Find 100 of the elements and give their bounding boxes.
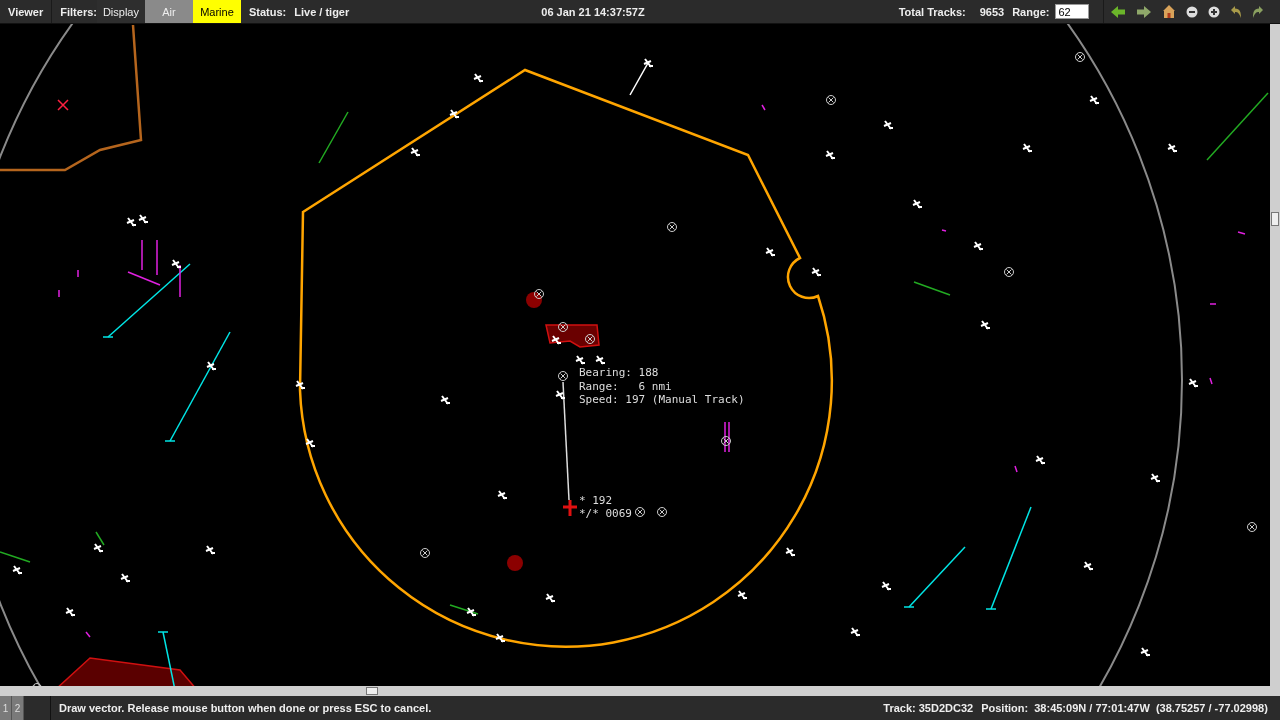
crossed-circle-icon xyxy=(420,548,430,558)
track-mark xyxy=(1014,465,1018,473)
crossed-circle-icon xyxy=(558,322,568,332)
aircraft-icon[interactable] xyxy=(495,633,506,643)
hazard-marker xyxy=(526,292,542,308)
aircraft-icon[interactable] xyxy=(883,120,894,130)
aircraft-icon[interactable] xyxy=(575,355,586,365)
track-mark xyxy=(77,269,79,278)
track-mark xyxy=(761,104,766,111)
track-mark xyxy=(1209,377,1213,385)
aircraft-icon[interactable] xyxy=(1083,561,1094,571)
crossed-circle-icon xyxy=(657,507,667,517)
aircraft-icon[interactable] xyxy=(305,438,316,448)
track-mark xyxy=(1237,231,1246,235)
track-mark xyxy=(724,421,726,453)
crossed-circle-icon xyxy=(721,436,731,446)
track-mark xyxy=(1209,303,1217,305)
track-readout: Speed: 197 (Manual Track) xyxy=(579,393,745,406)
aircraft-icon[interactable] xyxy=(440,395,451,405)
forward-arrow-icon[interactable] xyxy=(1136,4,1153,19)
aircraft-icon[interactable] xyxy=(126,217,137,227)
filter-toggle[interactable]: Marine xyxy=(192,0,241,23)
aircraft-icon[interactable] xyxy=(545,593,556,603)
radar-map[interactable]: Bearing: 188 Range: 6 nmi Speed: 197 (Manual Track) * 192 */* 0069 xyxy=(0,24,1270,686)
crossed-circle-icon xyxy=(826,95,836,105)
undo-icon[interactable] xyxy=(1230,4,1243,19)
viewer-menu[interactable]: Viewer xyxy=(0,0,53,23)
scroll-thumb[interactable] xyxy=(366,687,378,695)
track-readout: Range: 6 nmi xyxy=(579,379,672,393)
back-arrow-icon[interactable] xyxy=(1110,4,1127,19)
aircraft-icon[interactable] xyxy=(205,545,216,555)
aircraft-icon[interactable] xyxy=(973,241,984,251)
track-id: Track: 35D2DC32 xyxy=(883,702,974,714)
track-mark xyxy=(728,421,730,453)
range-label: Range: xyxy=(1012,5,1050,18)
vector-label: */* 0069 xyxy=(579,507,632,520)
crossed-circle-icon xyxy=(585,334,595,344)
aircraft-icon[interactable] xyxy=(12,565,23,575)
aircraft-icon[interactable] xyxy=(595,355,606,365)
track-readout: Bearing: 188 xyxy=(579,366,659,379)
aircraft-icon[interactable] xyxy=(138,214,149,224)
aircraft-icon[interactable] xyxy=(466,607,477,617)
aircraft-icon[interactable] xyxy=(811,267,822,277)
aircraft-icon[interactable] xyxy=(1167,143,1178,153)
aircraft-icon[interactable] xyxy=(980,320,991,330)
aircraft-icon[interactable] xyxy=(850,627,861,637)
aircraft-icon[interactable] xyxy=(1089,95,1100,105)
total-tracks-label: Total Tracks: xyxy=(898,5,966,18)
crossed-circle-icon xyxy=(635,507,645,517)
crossed-circle-icon xyxy=(667,222,677,232)
zoom-in-icon[interactable] xyxy=(1208,5,1221,18)
aircraft-icon[interactable] xyxy=(206,361,217,371)
total-tracks-count: 9653 xyxy=(979,5,1005,18)
aircraft-icon[interactable] xyxy=(785,547,796,557)
aircraft-icon[interactable] xyxy=(1188,378,1199,388)
aircraft-icon[interactable] xyxy=(1022,143,1033,153)
crossed-circle-icon xyxy=(1075,52,1085,62)
redo-icon[interactable] xyxy=(1252,4,1265,19)
crossed-circle-icon xyxy=(32,683,42,686)
track-mark xyxy=(179,264,181,298)
aircraft-icon[interactable] xyxy=(881,581,892,591)
aircraft-icon[interactable] xyxy=(1035,455,1046,465)
range-input[interactable]: 62 xyxy=(1055,4,1090,19)
aircraft-icon[interactable] xyxy=(171,259,182,269)
track-mark xyxy=(58,289,60,298)
track-vector xyxy=(903,546,966,608)
crossed-circle-icon xyxy=(1004,267,1014,277)
aircraft-icon[interactable] xyxy=(1140,647,1151,657)
aircraft-icon[interactable] xyxy=(295,380,306,390)
crossed-circle-icon xyxy=(558,371,568,381)
aircraft-icon[interactable] xyxy=(912,199,923,209)
aircraft-icon[interactable] xyxy=(497,490,508,500)
vector-label: * 192 xyxy=(579,494,613,507)
hazard-marker xyxy=(507,555,523,571)
cross-icon xyxy=(561,498,579,518)
position-label: Position: xyxy=(981,702,1029,714)
status-value: Live / tiger xyxy=(294,5,350,18)
track-mark xyxy=(85,631,91,638)
aircraft-icon[interactable] xyxy=(410,147,421,157)
aircraft-icon[interactable] xyxy=(473,73,484,83)
aircraft-icon[interactable] xyxy=(1150,473,1161,483)
zoom-out-icon[interactable] xyxy=(1186,5,1199,18)
filters-label: Filters: xyxy=(60,5,97,18)
aircraft-icon[interactable] xyxy=(551,335,562,345)
crossed-circle-icon xyxy=(1247,522,1257,532)
aircraft-icon[interactable] xyxy=(825,150,836,160)
track-vector xyxy=(157,631,176,686)
aircraft-icon[interactable] xyxy=(65,607,76,617)
status-label: Status: xyxy=(248,5,287,18)
scroll-thumb[interactable] xyxy=(1271,212,1279,226)
aircraft-icon[interactable] xyxy=(765,247,776,257)
restricted-area xyxy=(545,324,600,348)
aircraft-icon[interactable] xyxy=(120,573,131,583)
aircraft-icon[interactable] xyxy=(555,390,566,400)
home-icon[interactable] xyxy=(1162,4,1177,19)
aircraft-icon[interactable] xyxy=(93,543,104,553)
aircraft-icon[interactable] xyxy=(643,58,654,68)
cross-icon xyxy=(57,99,69,111)
aircraft-icon[interactable] xyxy=(737,590,748,600)
aircraft-icon[interactable] xyxy=(449,109,460,119)
